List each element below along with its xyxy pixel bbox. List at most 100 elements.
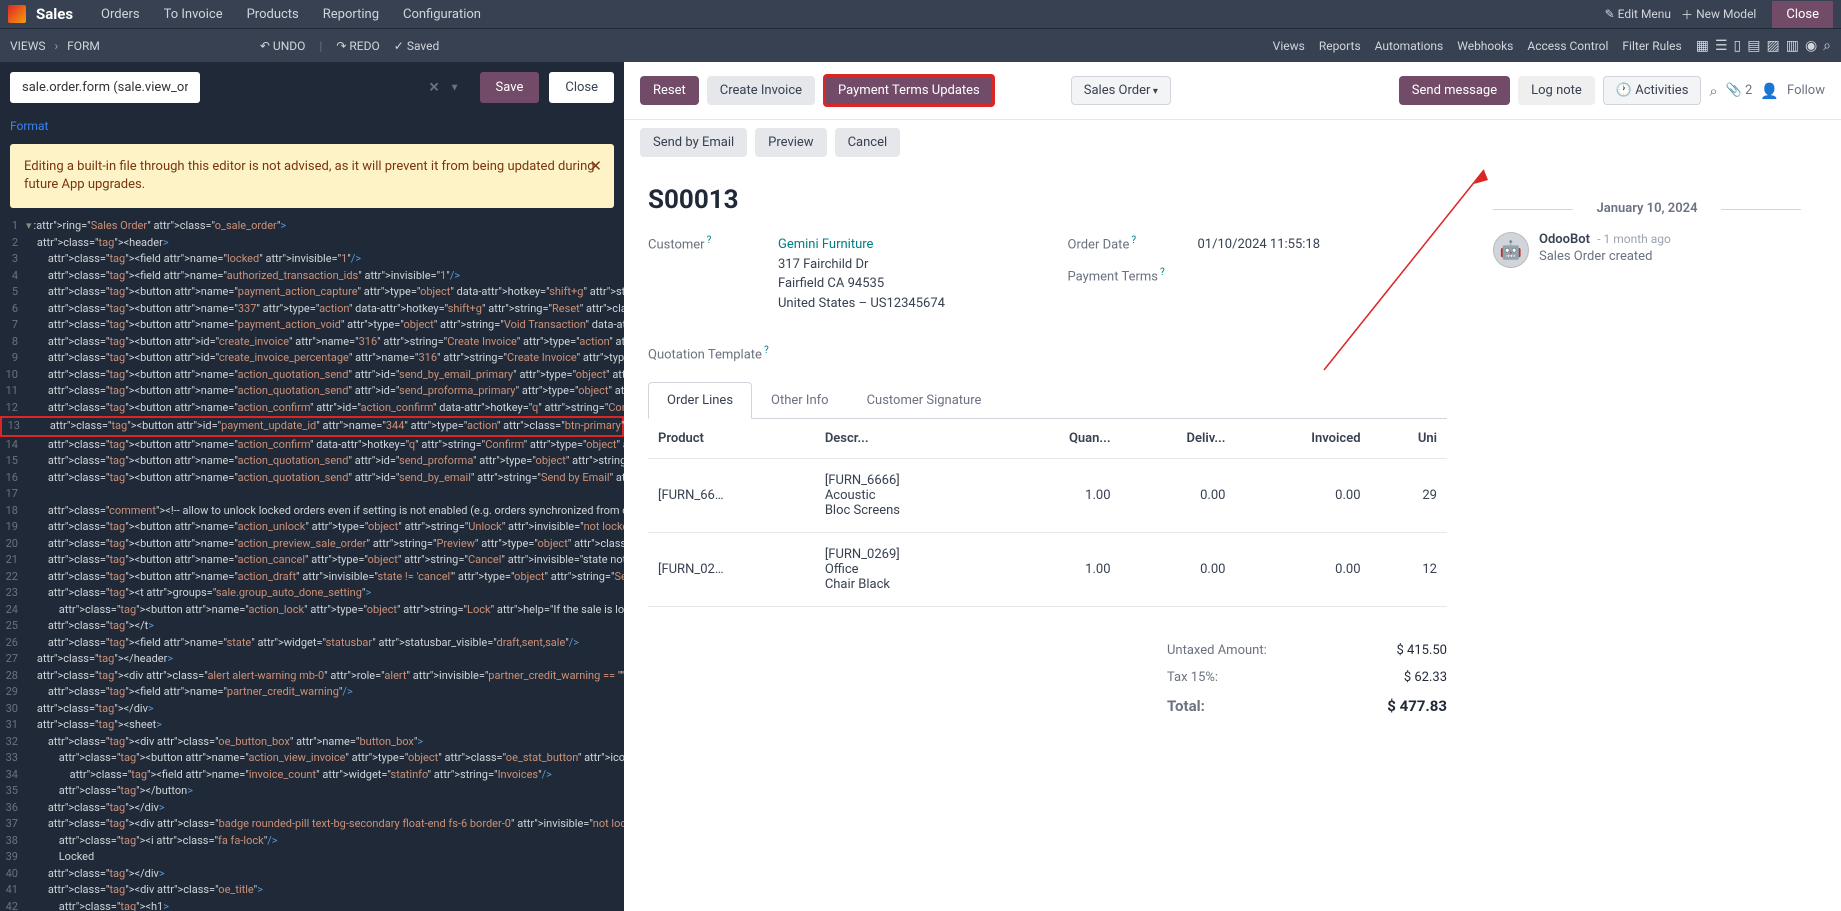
breadcrumb-views[interactable]: VIEWS (10, 39, 46, 53)
code-line[interactable]: 27 attr">class="tag"></header> (0, 651, 624, 668)
format-link[interactable]: Format (10, 119, 48, 133)
code-line[interactable]: 10 attr">class="tag"><button attr">name=… (0, 367, 624, 384)
cancel-button[interactable]: Cancel (835, 128, 901, 157)
eye-icon[interactable]: ◉ (1805, 38, 1817, 54)
follow-button[interactable]: Follow (1787, 83, 1825, 98)
menu-reporting[interactable]: Reporting (313, 3, 389, 26)
warning-close-icon[interactable]: ✕ (589, 156, 602, 177)
col-invoiced[interactable]: Invoiced (1235, 419, 1370, 459)
code-line[interactable]: 15 attr">class="tag"><button attr">name=… (0, 453, 624, 470)
code-line[interactable]: 11 attr">class="tag"><button attr">name=… (0, 383, 624, 400)
code-line[interactable]: 23 attr">class="tag"><t attr">groups="sa… (0, 585, 624, 602)
code-line[interactable]: 7 attr">class="tag"><button attr">name="… (0, 317, 624, 334)
code-line[interactable]: 36 attr">class="tag"></div> (0, 800, 624, 817)
tab-order-lines[interactable]: Order Lines (648, 382, 752, 419)
table-row[interactable]: [FURN_02… [FURN_0269]OfficeChair Black 1… (648, 533, 1447, 607)
link-reports[interactable]: Reports (1319, 39, 1361, 53)
code-line[interactable]: 21 attr">class="tag"><button attr">name=… (0, 552, 624, 569)
code-line[interactable]: 2 attr">class="tag"><header> (0, 235, 624, 252)
code-line[interactable]: 32 attr">class="tag"><div attr">class="o… (0, 734, 624, 751)
code-line[interactable]: 14 attr">class="tag"><button attr">name=… (0, 437, 624, 454)
col-delivered[interactable]: Deliv... (1121, 419, 1236, 459)
code-line[interactable]: 42 attr">class="tag"><h1> (0, 899, 624, 911)
send-message-button[interactable]: Send message (1399, 76, 1510, 105)
tab-other-info[interactable]: Other Info (752, 382, 848, 419)
code-line[interactable]: 12 attr">class="tag"><button attr">name=… (0, 400, 624, 417)
menu-configuration[interactable]: Configuration (393, 3, 491, 26)
edit-menu-link[interactable]: ✎Edit Menu (1605, 7, 1671, 21)
code-line[interactable]: 18 attr">class="comment"><!-- allow to u… (0, 503, 624, 520)
code-line[interactable]: 38 attr">class="tag"><i attr">class="fa … (0, 833, 624, 850)
code-line[interactable]: 3 attr">class="tag"><field attr">name="l… (0, 251, 624, 268)
cell-product[interactable]: [FURN_66… (648, 459, 815, 533)
code-line[interactable]: 31 attr">class="tag"><sheet> (0, 717, 624, 734)
payment-terms-updates-button[interactable]: Payment Terms Updates (823, 74, 995, 107)
pivot-icon[interactable]: ▥ (1786, 38, 1799, 54)
menu-products[interactable]: Products (237, 3, 309, 26)
customer-link[interactable]: Gemini Furniture (778, 237, 873, 252)
link-access-control[interactable]: Access Control (1527, 39, 1608, 53)
tab-customer-signature[interactable]: Customer Signature (848, 382, 1001, 419)
help-icon[interactable]: ? (1160, 267, 1165, 278)
cell-description[interactable]: [FURN_6666]AcousticBloc Screens (815, 459, 1001, 533)
cell-unit[interactable]: 12 (1371, 533, 1447, 607)
close-panel-button[interactable]: Close (549, 72, 614, 103)
code-line[interactable]: 5 attr">class="tag"><button attr">name="… (0, 284, 624, 301)
cell-unit[interactable]: 29 (1371, 459, 1447, 533)
code-line[interactable]: 20 attr">class="tag"><button attr">name=… (0, 536, 624, 553)
link-automations[interactable]: Automations (1375, 39, 1444, 53)
code-line[interactable]: 9 attr">class="tag"><button attr">id="cr… (0, 350, 624, 367)
code-line[interactable]: 13 attr">class="tag"><button attr">id="p… (0, 416, 624, 437)
cell-invoiced[interactable]: 0.00 (1235, 459, 1370, 533)
order-date-value[interactable]: 01/10/2024 11:55:18 (1198, 235, 1448, 255)
code-line[interactable]: 16 attr">class="tag"><button attr">name=… (0, 470, 624, 487)
layout-icon-1[interactable]: ▦ (1696, 38, 1709, 54)
list-icon[interactable]: ☰ (1715, 38, 1728, 54)
cell-invoiced[interactable]: 0.00 (1235, 533, 1370, 607)
clear-icon[interactable]: ✕ (429, 80, 440, 95)
code-line[interactable]: 34 attr">class="tag"><field attr">name="… (0, 767, 624, 784)
code-line[interactable]: 22 attr">class="tag"><button attr">name=… (0, 569, 624, 586)
calendar-icon[interactable]: ▤ (1747, 38, 1760, 54)
menu-to-invoice[interactable]: To Invoice (154, 3, 233, 26)
kanban-icon[interactable]: ▯ (1734, 38, 1742, 54)
code-line[interactable]: 30 attr">class="tag"></div> (0, 701, 624, 718)
chatter-author[interactable]: OdooBot (1539, 232, 1590, 247)
code-line[interactable]: 28 attr">class="tag"><div attr">class="a… (0, 668, 624, 685)
code-line[interactable]: 29 attr">class="tag"><field attr">name="… (0, 684, 624, 701)
code-line[interactable]: 37 attr">class="tag"><div attr">class="b… (0, 816, 624, 833)
code-line[interactable]: 35 attr">class="tag"></button> (0, 783, 624, 800)
attachment-count[interactable]: 📎2 (1726, 83, 1753, 98)
preview-button[interactable]: Preview (755, 128, 826, 157)
cell-delivered[interactable]: 0.00 (1121, 533, 1236, 607)
code-line[interactable]: 41 attr">class="tag"><div attr">class="o… (0, 882, 624, 899)
code-line[interactable]: 1▾:attr">ring="Sales Order" attr">class=… (0, 218, 624, 235)
link-webhooks[interactable]: Webhooks (1457, 39, 1513, 53)
code-line[interactable]: 33 attr">class="tag"><button attr">name=… (0, 750, 624, 767)
cell-delivered[interactable]: 0.00 (1121, 459, 1236, 533)
code-line[interactable]: 4 attr">class="tag"><field attr">name="a… (0, 268, 624, 285)
code-editor[interactable]: 1▾:attr">ring="Sales Order" attr">class=… (0, 218, 624, 911)
redo-button[interactable]: ↷REDO (336, 39, 379, 53)
code-line[interactable]: 19 attr">class="tag"><button attr">name=… (0, 519, 624, 536)
send-by-email-button[interactable]: Send by Email (640, 128, 747, 157)
log-note-button[interactable]: Log note (1518, 76, 1595, 105)
customer-value[interactable]: Gemini Furniture 317 Fairchild DrFairfie… (778, 235, 1028, 313)
menu-orders[interactable]: Orders (91, 3, 150, 26)
link-filter-rules[interactable]: Filter Rules (1622, 39, 1681, 53)
undo-button[interactable]: ↶UNDO (260, 39, 306, 53)
new-model-link[interactable]: ＋New Model (1681, 6, 1756, 23)
app-brand[interactable]: Sales (36, 5, 73, 23)
activities-button[interactable]: 🕐 Activities (1603, 76, 1702, 105)
cell-product[interactable]: [FURN_02… (648, 533, 815, 607)
col-unit[interactable]: Uni (1371, 419, 1447, 459)
code-line[interactable]: 39 Locked (0, 849, 624, 866)
reset-button[interactable]: Reset (640, 76, 699, 105)
code-line[interactable]: 8 attr">class="tag"><button attr">id="cr… (0, 334, 624, 351)
view-name-input[interactable] (10, 72, 200, 103)
quotation-template-value[interactable] (778, 345, 1447, 362)
close-studio-button[interactable]: Close (1772, 1, 1833, 28)
col-description[interactable]: Descr... (815, 419, 1001, 459)
cell-quantity[interactable]: 1.00 (1000, 459, 1120, 533)
help-icon[interactable]: ? (764, 345, 769, 356)
